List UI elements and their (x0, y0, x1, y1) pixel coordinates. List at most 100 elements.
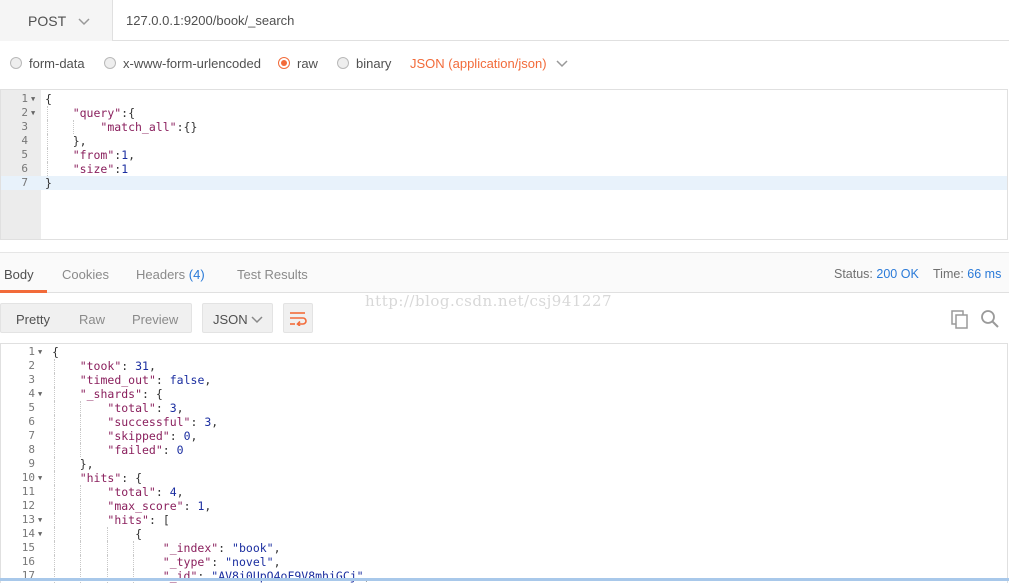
line-number: 2 (28, 359, 35, 372)
code-text: "failed": 0 (107, 443, 184, 457)
code-text: { (135, 527, 143, 541)
body-type-selector: form-data x-www-form-urlencoded raw bina… (0, 50, 1009, 76)
code-line: 6 "size":1 (1, 162, 1007, 176)
line-number: 6 (21, 162, 28, 175)
radio-icon (104, 57, 116, 69)
tab-active-indicator (0, 290, 47, 293)
mode-pretty[interactable]: Pretty (16, 312, 50, 327)
fold-toggle-icon[interactable]: ▼ (38, 387, 42, 401)
line-number: 7 (28, 429, 35, 442)
code-line: 8 "failed": 0 (1, 443, 1007, 457)
mode-preview[interactable]: Preview (132, 312, 178, 327)
scrollbar[interactable] (0, 578, 1009, 581)
status-info: Status: 200 OK (834, 267, 919, 281)
line-number: 5 (28, 401, 35, 414)
search-icon[interactable] (980, 309, 1000, 329)
code-text: { (52, 345, 59, 359)
code-text: } (45, 176, 52, 190)
line-number: 5 (21, 148, 28, 161)
radio-icon (337, 57, 349, 69)
url-input[interactable]: 127.0.0.1:9200/book/_search (126, 13, 294, 28)
line-number: 4 (21, 134, 28, 147)
line-number: 1 (28, 345, 35, 358)
code-text: "_shards": { (79, 387, 163, 401)
line-number: 12 (21, 499, 35, 512)
body-type-urlencoded[interactable]: x-www-form-urlencoded (104, 56, 261, 71)
line-number: 11 (21, 485, 35, 498)
code-text: "query":{ (72, 106, 136, 120)
code-text: "skipped": 0, (107, 429, 198, 443)
copy-icon[interactable] (950, 309, 970, 329)
line-number: 15 (21, 541, 35, 554)
code-line: 7} (1, 176, 1007, 190)
code-line: 16 "_type": "novel", (1, 555, 1007, 569)
code-text: "took": 31, (79, 359, 156, 373)
code-line: 7 "skipped": 0, (1, 429, 1007, 443)
fold-toggle-icon[interactable]: ▼ (38, 527, 42, 541)
code-line: 1 ▼ { (1, 345, 1007, 359)
fold-toggle-icon[interactable]: ▼ (31, 92, 35, 106)
body-type-raw[interactable]: raw (278, 56, 318, 71)
line-number: 3 (28, 373, 35, 386)
code-line: 5 "from":1, (1, 148, 1007, 162)
body-type-binary[interactable]: binary (337, 56, 391, 71)
code-line: 10 ▼ "hits": { (1, 471, 1007, 485)
code-text: "total": 4, (107, 485, 184, 499)
line-number: 4 (28, 387, 35, 400)
radio-icon (10, 57, 22, 69)
time-info: Time: 66 ms (933, 267, 1002, 281)
chevron-down-icon (78, 17, 90, 25)
body-type-form-data[interactable]: form-data (10, 56, 85, 71)
content-type-label: JSON (application/json) (410, 55, 547, 71)
response-body-viewer[interactable]: 1 ▼{2 "took": 31, 3 "timed_out": false, 4 ▼ … (0, 343, 1008, 583)
code-line: 15 "_index": "book", (1, 541, 1007, 555)
code-line: 6 "successful": 3, (1, 415, 1007, 429)
mode-raw[interactable]: Raw (79, 312, 105, 327)
line-number: 7 (21, 176, 28, 189)
code-line: 1 ▼ { (1, 92, 1007, 106)
code-text: "hits": { (79, 471, 143, 485)
tab-headers[interactable]: Headers (4) (136, 267, 205, 282)
code-line: 5 "total": 3, (1, 401, 1007, 415)
code-text: { (45, 92, 52, 106)
code-text: "from":1, (72, 148, 136, 162)
code-text: "total": 3, (107, 401, 184, 415)
fold-toggle-icon[interactable]: ▼ (38, 513, 42, 527)
code-text: "match_all":{} (100, 120, 198, 134)
fold-toggle-icon[interactable]: ▼ (31, 106, 35, 120)
time-value: 66 ms (967, 267, 1002, 281)
code-line: 13 ▼ "hits": [ (1, 513, 1007, 527)
fold-toggle-icon[interactable]: ▼ (38, 471, 42, 485)
code-line: 3 "timed_out": false, (1, 373, 1007, 387)
line-number: 9 (28, 457, 35, 470)
method-dropdown[interactable]: POST (0, 0, 113, 41)
code-line: 12 "max_score": 1, (1, 499, 1007, 513)
fold-toggle-icon[interactable]: ▼ (38, 345, 42, 359)
content-type-dropdown[interactable]: JSON (application/json) (410, 56, 568, 71)
tab-test-results[interactable]: Test Results (237, 267, 308, 282)
code-text: "hits": [ (107, 513, 170, 527)
line-number: 10 (21, 471, 35, 484)
tab-cookies[interactable]: Cookies (62, 267, 109, 282)
request-body-editor[interactable]: 1 ▼{2 ▼ "query":{3 "match_all":{} 4 }, 5 "fr… (0, 89, 1008, 240)
code-line: 11 "total": 4, (1, 485, 1007, 499)
code-text: "_type": "novel", (162, 555, 281, 569)
code-line: 9 }, (1, 457, 1007, 471)
code-text: }, (79, 457, 94, 471)
watermark-text: http://blog.csdn.net/csj941227 (365, 292, 613, 310)
view-mode-segmented: Pretty Raw Preview (0, 303, 192, 333)
headers-count: (4) (188, 267, 205, 282)
code-line: 14 ▼ { (1, 527, 1007, 541)
tab-body[interactable]: Body (4, 267, 34, 282)
chevron-down-icon (556, 60, 568, 68)
request-url-bar: POST 127.0.0.1:9200/book/_search (0, 0, 1009, 41)
chevron-down-icon (251, 316, 263, 324)
line-number: 14 (21, 527, 35, 540)
format-dropdown[interactable]: JSON (202, 303, 273, 333)
wrap-lines-button[interactable] (283, 303, 313, 333)
line-number: 3 (21, 120, 28, 133)
line-number: 16 (21, 555, 35, 568)
line-number: 2 (21, 106, 28, 119)
response-tabs: Body Cookies Headers (4) Test Results St… (0, 252, 1009, 293)
code-line: 2 ▼ "query":{ (1, 106, 1007, 120)
